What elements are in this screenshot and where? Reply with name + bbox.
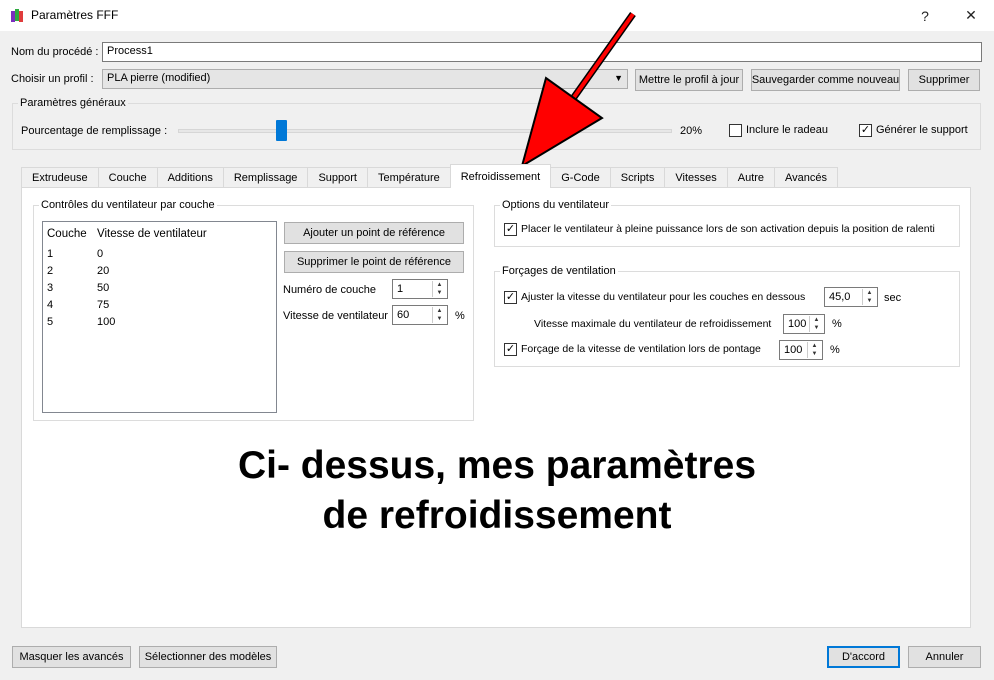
- bridge-speed-label: Forçage de la vitesse de ventilation lor…: [521, 343, 761, 355]
- title-bar: [0, 0, 994, 31]
- update-profile-button[interactable]: Mettre le profil à jour: [635, 69, 743, 91]
- tab-remplissage[interactable]: Remplissage: [222, 167, 309, 188]
- bridge-speed-stepper[interactable]: 100 ▲ ▼: [779, 340, 823, 360]
- fan-speed-value: 60: [397, 309, 410, 321]
- hide-advanced-button[interactable]: Masquer les avancés: [12, 646, 131, 668]
- bridge-speed-checkbox[interactable]: ✓: [504, 343, 517, 356]
- max-speed-unit: %: [832, 318, 842, 330]
- support-checkbox[interactable]: ✓: [859, 124, 872, 137]
- list-item[interactable]: 3 50: [47, 282, 109, 294]
- adjust-speed-checkbox[interactable]: ✓: [504, 291, 517, 304]
- max-speed-value: 100: [788, 318, 807, 330]
- check-icon: ✓: [860, 124, 871, 136]
- spin-arrows-icon[interactable]: ▲ ▼: [432, 307, 446, 323]
- fan-layer-list[interactable]: Couche Vitesse de ventilateur 10 2 20 3 50…: [42, 221, 277, 413]
- add-reference-point-button[interactable]: Ajouter un point de référence: [284, 222, 464, 244]
- tab-extrudeuse[interactable]: Extrudeuse: [21, 167, 99, 188]
- raft-label: Inclure le radeau: [746, 124, 828, 136]
- tab-support[interactable]: Support: [307, 167, 368, 188]
- column-header-speed[interactable]: Vitesse de ventilateur: [97, 228, 207, 240]
- infill-value: 20%: [680, 125, 703, 137]
- adjust-speed-unit: sec: [884, 292, 902, 304]
- spin-arrows-icon[interactable]: ▲ ▼: [807, 342, 821, 358]
- raft-checkbox[interactable]: [729, 124, 742, 137]
- adjust-speed-value: 45,0: [829, 291, 851, 303]
- tab-refroidissement[interactable]: Refroidissement: [449, 164, 552, 188]
- full-power-label: Placer le ventilateur à pleine puissance…: [521, 223, 935, 235]
- list-item[interactable]: 5 100: [47, 316, 115, 328]
- tab-autre[interactable]: Autre: [726, 167, 776, 188]
- max-speed-stepper[interactable]: 100 ▲ ▼: [783, 314, 825, 334]
- infill-label: Pourcentage de remplissage :: [21, 125, 168, 137]
- list-item[interactable]: 2 20: [47, 265, 109, 277]
- bridge-speed-value: 100: [784, 344, 803, 356]
- column-header-layer[interactable]: Couche: [47, 228, 97, 240]
- check-icon: ✓: [505, 291, 516, 303]
- general-settings-title: Paramètres généraux: [18, 97, 128, 109]
- tab-vitesses[interactable]: Vitesses: [664, 167, 728, 188]
- ok-button[interactable]: D'accord: [827, 646, 900, 668]
- settings-tabs: Extrudeuse Couche Additions Remplissage …: [21, 164, 839, 188]
- fan-overrides-title: Forçages de ventilation: [500, 265, 618, 277]
- spin-arrows-icon[interactable]: ▲ ▼: [809, 316, 823, 332]
- max-speed-label: Vitesse maximale du ventilateur de refro…: [534, 318, 772, 330]
- full-power-checkbox[interactable]: ✓: [504, 223, 517, 236]
- tab-couche[interactable]: Couche: [97, 167, 158, 188]
- bridge-speed-unit: %: [830, 344, 840, 356]
- help-button[interactable]: ?: [902, 0, 948, 31]
- check-icon: ✓: [505, 223, 516, 235]
- profile-label: Choisir un profil :: [11, 73, 94, 85]
- overlay-caption-line1: Ci- dessus, mes paramètres: [237, 444, 757, 487]
- check-icon: ✓: [505, 343, 516, 355]
- list-header: Couche Vitesse de ventilateur: [47, 228, 207, 240]
- process-name-label: Nom du procédé :: [11, 46, 99, 58]
- layer-number-value: 1: [397, 283, 404, 295]
- layer-number-label: Numéro de couche: [283, 284, 376, 296]
- support-label: Générer le support: [876, 124, 968, 136]
- list-item[interactable]: 10: [47, 248, 103, 260]
- fan-speed-label: Vitesse de ventilateur: [283, 310, 388, 322]
- fan-layer-title: Contrôles du ventilateur par couche: [39, 199, 217, 211]
- adjust-speed-stepper[interactable]: 45,0 ▲ ▼: [824, 287, 878, 307]
- select-models-button[interactable]: Sélectionner des modèles: [139, 646, 277, 668]
- spin-arrows-icon[interactable]: ▲ ▼: [432, 281, 446, 297]
- red-arrow-annotation: [520, 11, 636, 169]
- save-new-profile-button[interactable]: Sauvegarder comme nouveau: [751, 69, 900, 91]
- spin-arrows-icon[interactable]: ▲ ▼: [862, 289, 876, 305]
- fan-options-title: Options du ventilateur: [500, 199, 612, 211]
- overlay-caption-line2: de refroidissement: [322, 494, 672, 537]
- infill-slider-thumb[interactable]: [276, 120, 287, 141]
- tab-additions[interactable]: Additions: [156, 167, 224, 188]
- cancel-button[interactable]: Annuler: [908, 646, 981, 668]
- adjust-speed-label: Ajuster la vitesse du ventilateur pour l…: [521, 291, 806, 303]
- profile-select-value: PLA pierre (modified): [107, 72, 211, 84]
- app-logo-icon: [11, 9, 23, 22]
- delete-profile-button[interactable]: Supprimer: [908, 69, 980, 91]
- window-title: Paramètres FFF: [31, 8, 119, 22]
- list-item[interactable]: 4 75: [47, 299, 109, 311]
- fan-speed-stepper[interactable]: 60 ▲ ▼: [392, 305, 448, 325]
- tab-temperature[interactable]: Température: [366, 167, 451, 188]
- remove-reference-point-button[interactable]: Supprimer le point de référence: [284, 251, 464, 273]
- fan-speed-unit: %: [455, 310, 465, 322]
- tab-avances[interactable]: Avancés: [774, 167, 839, 188]
- close-button[interactable]: ✕: [948, 0, 994, 31]
- layer-number-stepper[interactable]: 1 ▲ ▼: [392, 279, 448, 299]
